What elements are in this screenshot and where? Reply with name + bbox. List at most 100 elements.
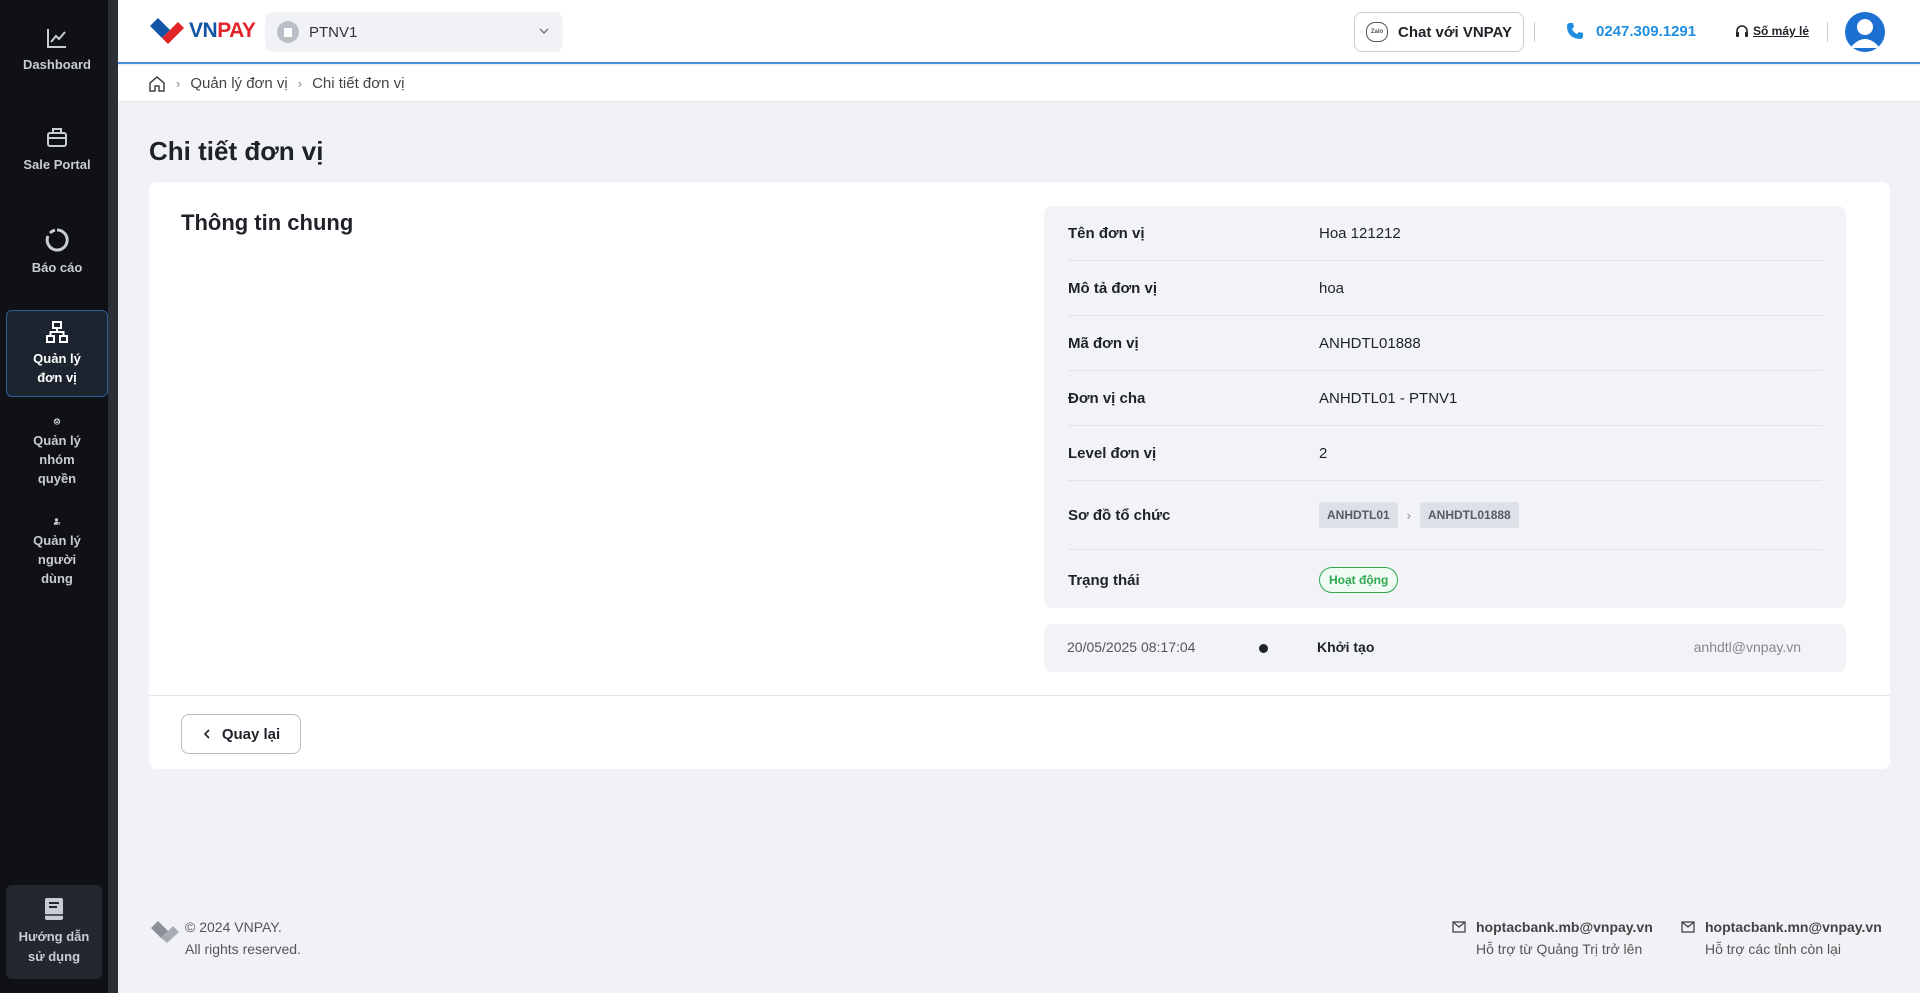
sidebar-item-bao-cao[interactable]: Báo cáo xyxy=(6,222,108,282)
top-header: VNPAY PTNV1 Zalo Chat với VNPAY 0247.309… xyxy=(118,0,1920,64)
sidebar: Dashboard Sale Portal Báo cáo Quản lý đơ… xyxy=(0,0,118,993)
org-path-node[interactable]: ANHDTL01888 xyxy=(1420,502,1519,528)
sidebar-item-label: Dashboard xyxy=(23,56,91,72)
copyright-line: © 2024 VNPAY. xyxy=(185,919,282,935)
phone-number: 0247.309.1291 xyxy=(1596,22,1697,40)
org-path: ANHDTL01 › ANHDTL01888 xyxy=(1319,502,1519,528)
info-label: Mô tả đơn vị xyxy=(1068,279,1157,297)
phone-link[interactable]: 0247.309.1291 xyxy=(1566,22,1696,40)
info-value: Hoạt động xyxy=(1319,567,1399,593)
sidebar-item-sale-portal[interactable]: Sale Portal xyxy=(6,120,108,180)
info-label: Trạng thái xyxy=(1068,571,1140,589)
section-title: Thông tin chung xyxy=(181,210,354,235)
contact-desc: Hỗ trợ các tỉnh còn lại xyxy=(1705,941,1842,957)
info-value: ANHDTL01 - PTNV1 xyxy=(1319,389,1458,407)
info-row-so-do: Sơ đồ tổ chức ANHDTL01 › ANHDTL01888 xyxy=(1068,481,1822,550)
breadcrumb-item-quan-ly-don-vi[interactable]: Quản lý đơn vị xyxy=(190,75,287,92)
card-divider xyxy=(149,695,1890,696)
org-select-value: PTNV1 xyxy=(309,23,358,41)
info-row-ten-don-vi: Tên đơn vị Hoa 121212 xyxy=(1068,206,1822,261)
org-select[interactable]: PTNV1 xyxy=(265,12,563,52)
history-log-row: 20/05/2025 08:17:04 Khởi tạo anhdtl@vnpa… xyxy=(1044,624,1846,672)
chat-label: Chat với VNPAY xyxy=(1397,23,1513,41)
info-value: ANHDTL01888 xyxy=(1319,334,1421,352)
detail-card: Thông tin chung Tên đơn vị Hoa 121212 Mô… xyxy=(149,182,1890,769)
copyright-line: All rights reserved. xyxy=(185,941,301,957)
back-label: Quay lại xyxy=(221,725,281,743)
vnpay-logo[interactable]: VNPAY xyxy=(148,16,256,46)
chart-line-icon xyxy=(47,28,66,48)
extension-label: Số máy lẻ xyxy=(1753,24,1810,38)
sidebar-item-quan-ly-nguoi-dung[interactable]: Quản lý người dùng xyxy=(6,518,108,588)
vnpay-logo-mark xyxy=(150,18,184,44)
sidebar-item-label: Báo cáo xyxy=(31,259,83,275)
info-row-don-vi-cha: Đơn vị cha ANHDTL01 - PTNV1 xyxy=(1068,371,1822,426)
info-label: Tên đơn vị xyxy=(1068,224,1145,242)
footer-contact-mn: hoptacbank.mn@vnpay.vn Hỗ trợ các tỉnh c… xyxy=(1681,916,1882,960)
contact-email[interactable]: hoptacbank.mn@vnpay.vn xyxy=(1681,916,1882,938)
status-badge: Hoạt động xyxy=(1319,567,1399,593)
avatar[interactable] xyxy=(1845,12,1885,52)
info-value: Hoa 121212 xyxy=(1319,224,1401,242)
book-icon xyxy=(45,898,63,920)
sidebar-scroll-track xyxy=(108,0,118,993)
report-icon xyxy=(45,227,69,251)
breadcrumb: › Quản lý đơn vị › Chi tiết đơn vị xyxy=(118,66,1920,102)
org-path-node[interactable]: ANHDTL01 xyxy=(1319,502,1398,528)
info-label: Đơn vị cha xyxy=(1068,389,1146,407)
briefcase-icon xyxy=(47,127,67,147)
extension-link[interactable]: Số máy lẻ xyxy=(1735,24,1809,38)
zalo-icon: Zalo xyxy=(1365,22,1388,42)
sidebar-item-dashboard[interactable]: Dashboard xyxy=(6,20,108,80)
header-divider xyxy=(1827,22,1828,42)
header-divider xyxy=(1534,22,1535,42)
guide-label: Hướng dẫn sử dụng xyxy=(18,929,90,964)
logo-text: VNPAY xyxy=(189,19,256,42)
info-row-trang-thai: Trạng thái Hoạt động xyxy=(1068,550,1822,610)
chevron-right-icon: › xyxy=(176,76,181,91)
info-table: Tên đơn vị Hoa 121212 Mô tả đơn vị hoa M… xyxy=(1044,206,1846,608)
home-icon[interactable] xyxy=(148,75,166,93)
group-icon xyxy=(53,418,61,425)
contact-desc: Hỗ trợ từ Quảng Trị trở lên xyxy=(1476,941,1643,957)
info-row-level: Level đơn vị 2 xyxy=(1068,426,1822,481)
footer-copyright: © 2024 VNPAY. All rights reserved. xyxy=(149,916,301,960)
info-row-ma-don-vi: Mã đơn vị ANHDTL01888 xyxy=(1068,316,1822,371)
sidebar-item-label: Quản lý nhóm quyền xyxy=(33,433,81,486)
sidebar-item-label: Quản lý đơn vị xyxy=(33,350,81,385)
sidebar-item-huong-dan[interactable]: Hướng dẫn sử dụng xyxy=(6,885,102,979)
page-title: Chi tiết đơn vị xyxy=(149,136,324,166)
chevron-down-icon xyxy=(539,28,549,35)
chevron-right-icon: › xyxy=(297,76,303,91)
building-icon xyxy=(277,21,299,43)
breadcrumb-item-current: Chi tiết đơn vị xyxy=(312,75,405,92)
phone-icon xyxy=(1567,23,1583,39)
sidebar-item-quan-ly-nhom-quyen[interactable]: Quản lý nhóm quyền xyxy=(6,418,108,488)
info-label: Mã đơn vị xyxy=(1068,334,1139,352)
chat-vnpay-button[interactable]: Zalo Chat với VNPAY xyxy=(1354,12,1524,52)
sidebar-item-label: Sale Portal xyxy=(23,156,91,172)
info-row-mo-ta: Mô tả đơn vị hoa xyxy=(1068,261,1822,316)
user-settings-icon xyxy=(53,518,61,525)
chevron-left-icon xyxy=(203,729,210,739)
back-button[interactable]: Quay lại xyxy=(181,714,301,754)
sidebar-item-quan-ly-don-vi[interactable]: Quản lý đơn vị xyxy=(6,310,108,397)
contact-email[interactable]: hoptacbank.mb@vnpay.vn xyxy=(1452,916,1653,938)
org-chart-icon xyxy=(46,320,68,343)
info-label: Level đơn vị xyxy=(1068,444,1157,462)
footer-contact-mb: hoptacbank.mb@vnpay.vn Hỗ trợ từ Quảng T… xyxy=(1452,916,1653,960)
info-value: hoa xyxy=(1319,279,1345,297)
timeline-dot-icon xyxy=(1259,644,1268,653)
log-timestamp: 20/05/2025 08:17:04 xyxy=(1067,639,1196,655)
headset-icon xyxy=(1736,25,1748,37)
log-user: anhdtl@vnpay.vn xyxy=(1693,639,1801,655)
sidebar-item-label: Quản lý người dùng xyxy=(33,533,81,586)
info-label: Sơ đồ tổ chức xyxy=(1068,506,1171,524)
mail-icon xyxy=(1681,921,1695,933)
user-avatar-icon xyxy=(1850,19,1880,48)
log-action: Khởi tạo xyxy=(1317,639,1375,655)
mail-icon xyxy=(1452,921,1466,933)
vnpay-mono-logo xyxy=(151,921,179,943)
info-value: 2 xyxy=(1319,444,1328,462)
chevron-right-icon: › xyxy=(1406,507,1412,523)
